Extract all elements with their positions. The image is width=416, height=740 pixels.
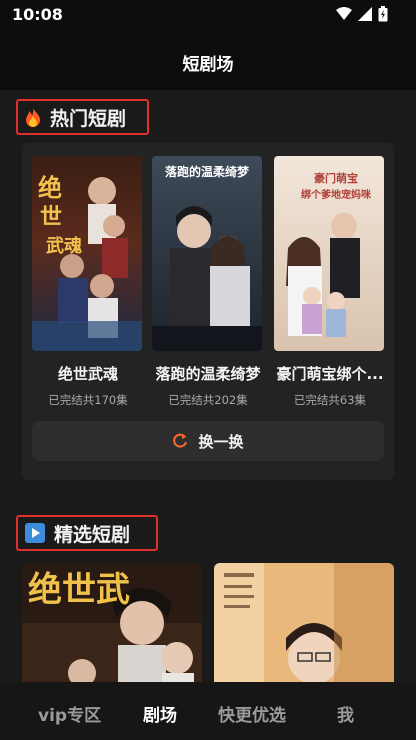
- selected-drama-poster[interactable]: [214, 563, 394, 682]
- svg-text:绝: 绝: [38, 173, 62, 202]
- selected-poster-caption: 绝世武: [28, 570, 130, 610]
- drama-title: 豪门萌宝绑个...: [276, 365, 384, 383]
- svg-text:绑个爹地宠妈咪: 绑个爹地宠妈咪: [301, 188, 372, 201]
- drama-poster[interactable]: 绝 世 武魂: [32, 156, 142, 351]
- poster-image: 绝 世 武魂: [32, 156, 142, 351]
- nav-item-quick-picks[interactable]: 快更优选: [218, 701, 286, 726]
- refresh-label: 换一换: [198, 432, 244, 451]
- fire-icon: [26, 107, 40, 127]
- selected-drama-poster[interactable]: 绝世武: [22, 563, 202, 682]
- page-title: 短剧场: [182, 55, 234, 75]
- drama-poster[interactable]: 落跑的温柔绮梦: [152, 156, 262, 351]
- svg-text:豪门萌宝: 豪门萌宝: [314, 171, 358, 185]
- drama-episode-status: 已完结共202集: [168, 393, 248, 407]
- refresh-icon: [173, 433, 188, 448]
- hot-section-title: 热门短剧: [50, 107, 127, 130]
- header: 短剧场: [0, 30, 416, 90]
- svg-text:武魂: 武魂: [46, 235, 82, 257]
- nav-item-vip[interactable]: vip专区: [38, 701, 101, 726]
- poster-image: 落跑的温柔绮梦: [152, 156, 262, 351]
- status-time: 10:08: [12, 5, 63, 24]
- poster-image: [214, 563, 394, 682]
- status-bar: 10:08: [0, 0, 416, 30]
- nav-item-me[interactable]: 我: [337, 701, 354, 726]
- status-icons: [336, 6, 388, 22]
- hot-section-heading: 热门短剧: [16, 99, 149, 135]
- drama-card[interactable]: 落跑的温柔绮梦 落跑的温柔绮梦 已完结共202集: [152, 156, 264, 408]
- selected-section-heading: 精选短剧: [16, 515, 158, 551]
- refresh-button[interactable]: 换一换: [32, 421, 384, 461]
- drama-title: 落跑的温柔绮梦: [155, 365, 261, 383]
- battery-icon: [378, 6, 388, 22]
- selected-section-title: 精选短剧: [54, 523, 131, 546]
- drama-episode-status: 已完结共63集: [293, 393, 367, 407]
- play-icon: [25, 523, 45, 543]
- drama-card[interactable]: 豪门萌宝 绑个爹地宠妈咪 豪门萌宝绑个... 已完结共63集: [274, 156, 386, 408]
- main-content[interactable]: 热门短剧 绝 世 武魂 绝世武魂 已完结共170集 落跑的温柔绮梦 落跑的温柔绮…: [0, 90, 416, 682]
- hot-dramas-panel: 绝 世 武魂 绝世武魂 已完结共170集 落跑的温柔绮梦 落跑的温柔绮梦 已完结…: [22, 143, 394, 480]
- poster-image: 绝世武: [22, 563, 202, 682]
- signal-icon: [358, 7, 372, 21]
- drama-title: 绝世武魂: [57, 365, 118, 383]
- wifi-icon: [336, 7, 352, 20]
- nav-item-theater[interactable]: 剧场: [143, 701, 177, 726]
- drama-episode-status: 已完结共170集: [48, 393, 128, 407]
- svg-text:落跑的温柔绮梦: 落跑的温柔绮梦: [165, 164, 250, 179]
- svg-text:世: 世: [40, 204, 62, 230]
- bottom-nav: vip专区 剧场 快更优选 我: [0, 682, 416, 740]
- poster-image: 豪门萌宝 绑个爹地宠妈咪: [274, 156, 384, 351]
- drama-poster[interactable]: 豪门萌宝 绑个爹地宠妈咪: [274, 156, 384, 351]
- drama-card[interactable]: 绝 世 武魂 绝世武魂 已完结共170集: [32, 156, 144, 408]
